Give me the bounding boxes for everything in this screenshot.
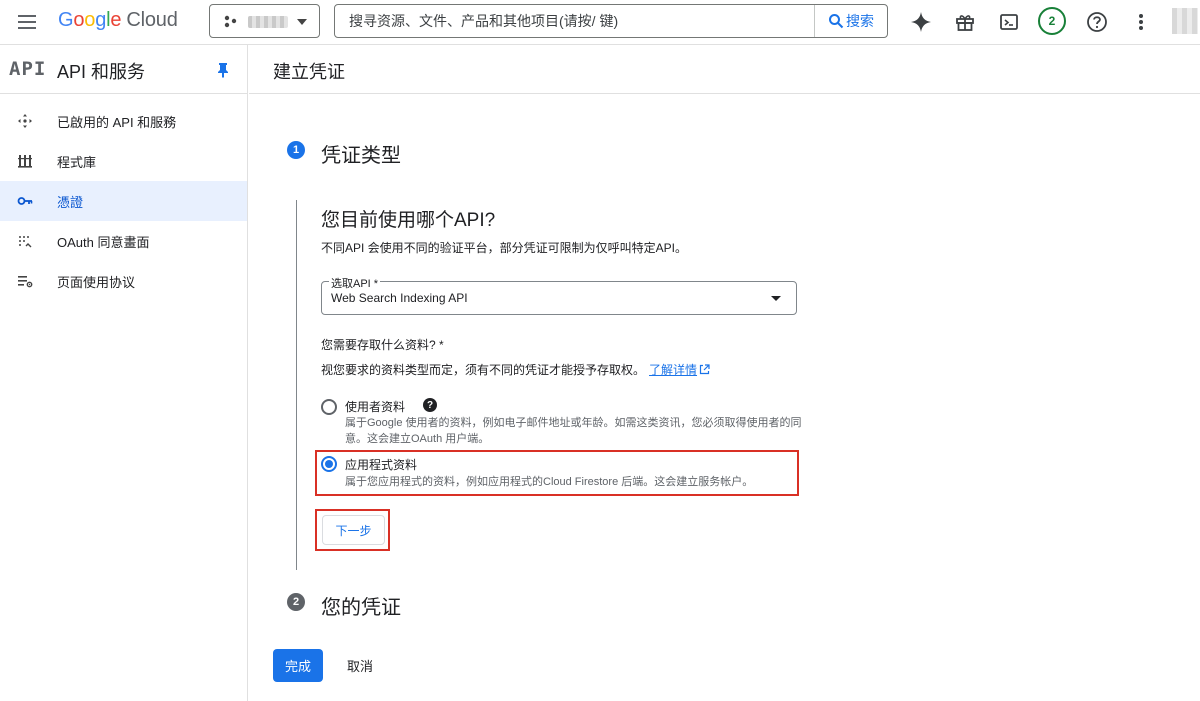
project-hierarchy-icon <box>224 15 237 28</box>
select-api-label: 选取API * <box>329 275 381 291</box>
step-2-number-badge: 2 <box>287 593 305 611</box>
next-button[interactable]: 下一步 <box>322 515 385 545</box>
sidebar-item-enabled-apis[interactable]: 已啟用的 API 和服務 <box>0 101 247 141</box>
step-1-number-badge: 1 <box>287 141 305 159</box>
sidebar-item-label: 已啟用的 API 和服務 <box>57 114 177 130</box>
sidebar-item-oauth-consent[interactable]: OAuth 同意畫面 <box>0 221 247 261</box>
pin-icon[interactable] <box>216 62 230 78</box>
application-data-radio[interactable] <box>321 456 337 472</box>
google-cloud-logo[interactable]: Google Cloud <box>58 9 178 32</box>
data-access-question: 您需要存取什么资料? * <box>321 338 444 352</box>
learn-more-link[interactable]: 了解详情 <box>649 363 710 377</box>
dropdown-arrow-icon <box>771 296 781 301</box>
api-logo-icon: API <box>9 58 47 80</box>
user-data-label: 使用者资料 <box>345 400 406 414</box>
data-access-description: 视您要求的资料类型而定，须有不同的凭证才能授予存取权。 了解详情 <box>321 361 710 378</box>
application-data-description: 属于您应用程式的资料，例如应用程式的Cloud Firestore 后端。这会建… <box>345 476 754 488</box>
cloud-shell-terminal-icon[interactable] <box>996 9 1022 35</box>
project-picker-button[interactable] <box>209 4 320 38</box>
sidebar-item-label: 憑證 <box>57 194 84 210</box>
notification-count: 2 <box>1048 14 1056 28</box>
learn-more-label: 了解详情 <box>649 363 698 377</box>
sidebar-header: API API 和服务 <box>0 45 247 94</box>
notifications-badge[interactable]: 2 <box>1038 7 1066 35</box>
api-services-icon <box>18 114 32 128</box>
user-data-radio[interactable] <box>321 399 337 415</box>
hamburger-menu-icon[interactable] <box>16 11 38 33</box>
main-header: 建立凭证 <box>249 45 1200 94</box>
page-usage-agreement-icon <box>18 276 33 288</box>
help-icon[interactable] <box>1084 9 1110 35</box>
application-data-label: 应用程式资料 <box>345 458 418 472</box>
chevron-down-icon <box>297 19 307 25</box>
top-bar: GoogleCloud 搜索 2 <box>0 0 1200 45</box>
api-question-description: 不同API 会使用不同的验证平台，部分凭证可限制为仅呼叫特定API。 <box>321 241 688 255</box>
library-icon <box>18 155 32 168</box>
sidebar-item-label: OAuth 同意畫面 <box>57 234 150 250</box>
key-icon <box>17 197 33 205</box>
step-2-title: 您的凭证 <box>321 597 401 619</box>
sidebar: API API 和服务 已啟用的 API 和服務 程式庫 憑證 OAuth 同意… <box>0 45 248 701</box>
sidebar-item-label: 页面使用协议 <box>57 274 136 290</box>
search-button-label: 搜索 <box>846 13 874 29</box>
select-api-value: Web Search Indexing API <box>331 291 468 305</box>
gemini-sparkle-icon[interactable] <box>908 9 934 35</box>
open-in-new-icon <box>699 364 710 375</box>
sidebar-nav: 已啟用的 API 和服務 程式庫 憑證 OAuth 同意畫面 页面使用协议 <box>0 101 247 301</box>
data-access-description-text: 视您要求的资料类型而定，须有不同的凭证才能授予存取权。 <box>321 363 646 377</box>
sidebar-item-credentials[interactable]: 憑證 <box>0 181 247 221</box>
search-icon <box>829 14 844 29</box>
gift-icon[interactable] <box>952 9 978 35</box>
search-bar: 搜索 <box>334 4 888 38</box>
step-connector-line <box>296 200 297 570</box>
search-button[interactable]: 搜索 <box>814 5 887 37</box>
account-avatar[interactable] <box>1172 8 1198 34</box>
sidebar-title: API 和服务 <box>57 62 146 82</box>
oauth-consent-icon <box>19 236 32 248</box>
sidebar-item-label: 程式庫 <box>57 154 97 170</box>
step-1-title: 凭证类型 <box>321 145 401 167</box>
sidebar-item-library[interactable]: 程式庫 <box>0 141 247 181</box>
more-vert-icon[interactable] <box>1128 9 1154 35</box>
search-input[interactable] <box>349 11 809 31</box>
sidebar-item-page-usage-agreement[interactable]: 页面使用协议 <box>0 261 247 301</box>
user-data-description: 属于Google 使用者的资料，例如电子邮件地址或年龄。如需这类资讯，您必须取得… <box>345 417 802 445</box>
project-name-redacted <box>248 16 288 28</box>
page-title: 建立凭证 <box>273 62 345 82</box>
api-question-heading: 您目前使用哪个API? <box>321 210 496 231</box>
cancel-button[interactable]: 取消 <box>338 649 382 682</box>
done-button[interactable]: 完成 <box>273 649 323 682</box>
help-circle-icon[interactable]: ? <box>423 398 437 412</box>
